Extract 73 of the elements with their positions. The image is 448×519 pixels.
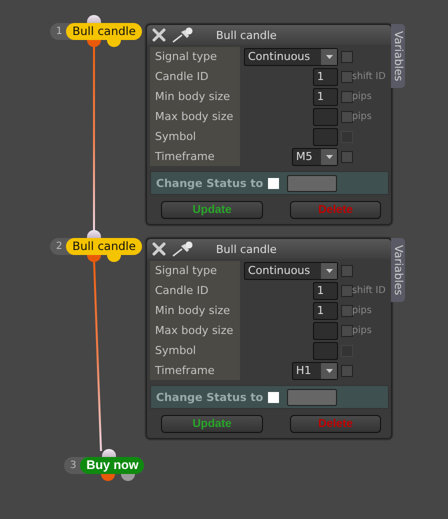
caret-icon <box>326 154 332 158</box>
status-field[interactable] <box>287 174 337 192</box>
checkbox[interactable] <box>341 304 353 316</box>
dropdown[interactable]: Continuous <box>244 262 338 280</box>
node-number: 1 <box>55 26 64 37</box>
checkbox[interactable] <box>341 364 353 376</box>
field-label: Signal type <box>154 263 218 279</box>
input-field[interactable]: 1 <box>313 302 338 320</box>
unit-label: shift ID <box>352 285 387 296</box>
input-port[interactable] <box>102 449 116 457</box>
input-field[interactable]: 1 <box>313 282 338 300</box>
output-port[interactable] <box>107 255 121 262</box>
node-number: 2 <box>55 241 64 252</box>
output-port[interactable] <box>121 474 135 481</box>
variables-tab[interactable]: Variables <box>391 238 405 302</box>
unit-label: pips <box>352 91 373 102</box>
checkbox[interactable] <box>341 50 353 62</box>
input-field[interactable] <box>313 342 338 360</box>
pin-icon[interactable] <box>172 27 194 43</box>
panel-title: Bull candle <box>216 242 277 256</box>
field-label: Min body size <box>154 89 232 105</box>
output-port[interactable] <box>101 474 115 481</box>
field-label: Max body size <box>154 323 234 339</box>
checkbox[interactable] <box>341 264 353 276</box>
input-port[interactable] <box>87 230 101 238</box>
variables-tab[interactable]: Variables <box>391 24 405 88</box>
input-field[interactable]: 1 <box>313 88 338 106</box>
field-label: Signal type <box>154 49 218 65</box>
unit-label: shift ID <box>352 71 387 82</box>
checkbox[interactable] <box>341 150 353 162</box>
input-field[interactable] <box>313 128 338 146</box>
checkbox[interactable] <box>268 178 279 188</box>
field-label: Timeframe <box>154 363 216 379</box>
checkbox[interactable] <box>341 284 353 296</box>
dropdown[interactable]: Continuous <box>244 48 338 66</box>
node-label[interactable]: Bull candle <box>66 238 142 255</box>
checkbox[interactable] <box>341 70 353 82</box>
field-label: Timeframe <box>154 149 216 165</box>
checkbox[interactable] <box>341 90 353 102</box>
status-label: Change Status to <box>155 390 264 404</box>
checkbox[interactable] <box>341 324 353 336</box>
caret-icon <box>326 368 332 372</box>
close-icon[interactable] <box>152 242 166 256</box>
input-field[interactable] <box>313 108 338 126</box>
field-label: Symbol <box>154 129 197 145</box>
unit-label: pips <box>352 325 373 336</box>
unit-label: pips <box>352 305 373 316</box>
input-field[interactable] <box>313 322 338 340</box>
unit-label: pips <box>352 111 373 122</box>
field-label: Min body size <box>154 303 232 319</box>
field-label: Candle ID <box>154 69 210 85</box>
caret-icon <box>326 54 332 58</box>
panel-title: Bull candle <box>216 28 277 42</box>
input-field[interactable]: 1 <box>313 68 338 86</box>
output-port[interactable] <box>87 40 101 47</box>
checkbox[interactable] <box>341 110 353 122</box>
dropdown[interactable]: M5 <box>292 148 338 166</box>
close-icon[interactable] <box>152 28 166 42</box>
node-label[interactable]: Buy now <box>80 457 144 474</box>
input-port[interactable] <box>87 15 101 23</box>
status-label: Change Status to <box>155 176 264 190</box>
field-label: Max body size <box>154 109 234 125</box>
status-field[interactable] <box>287 388 337 406</box>
output-port[interactable] <box>87 255 101 262</box>
output-port[interactable] <box>107 40 121 47</box>
checkbox[interactable] <box>268 392 279 402</box>
node-number: 3 <box>69 460 78 471</box>
field-label: Candle ID <box>154 283 210 299</box>
pin-icon[interactable] <box>172 241 194 257</box>
caret-icon <box>326 268 332 272</box>
field-label: Symbol <box>154 343 197 359</box>
dropdown[interactable]: H1 <box>292 362 338 380</box>
node-label[interactable]: Bull candle <box>66 23 142 40</box>
